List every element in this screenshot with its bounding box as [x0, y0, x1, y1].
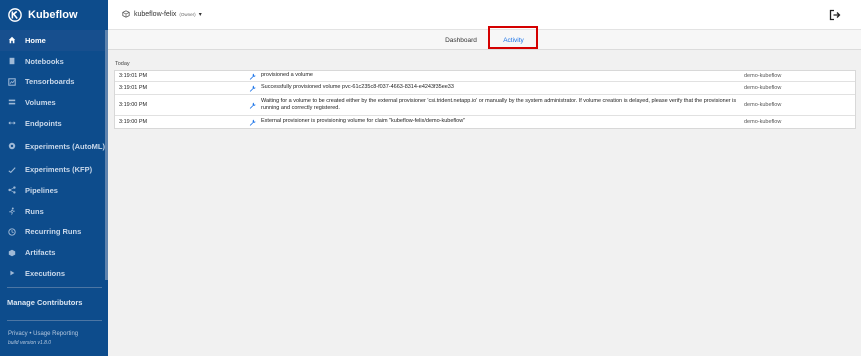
chevron-down-icon: ▾ — [198, 11, 202, 18]
sidebar-item-tensorboards[interactable]: Tensorboards — [0, 71, 108, 92]
namespace-role: (Owner) — [179, 11, 196, 17]
activity-message: External provisioner is provisioning vol… — [261, 118, 466, 125]
sidebar-item-label: Pipelines — [25, 185, 58, 195]
wrench-icon — [245, 119, 259, 126]
sidebar-item-experiments-automl[interactable]: Experiments (AutoML) — [0, 133, 108, 159]
clock-icon — [7, 227, 17, 237]
sidebar-scrollbar[interactable] — [105, 30, 108, 280]
activity-row: 3:19:01 PM Successfully provisioned volu… — [115, 82, 855, 95]
activity-row: 3:19:01 PM provisioned a volume demo-kub… — [115, 71, 855, 82]
sidebar-item-experiments-kfp[interactable]: Experiments (KFP) — [0, 159, 108, 180]
sidebar-item-pipelines[interactable]: Pipelines — [0, 180, 108, 201]
tab-dashboard[interactable]: Dashboard — [438, 30, 484, 50]
tab-bar: Dashboard Activity — [108, 30, 861, 50]
wrench-icon — [245, 73, 259, 80]
logout-icon[interactable] — [829, 9, 841, 21]
sidebar-item-notebooks[interactable]: Notebooks — [0, 51, 108, 72]
share-icon — [7, 185, 17, 195]
sidebar-item-recurring-runs[interactable]: Recurring Runs — [0, 222, 108, 243]
activity-message: provisioned a volume — [261, 72, 313, 79]
activity-namespace: demo-kubeflow — [744, 119, 782, 125]
footer-links: Privacy • Usage Reporting — [8, 331, 78, 337]
activity-panel: Today 3:19:01 PM provisioned a volume de… — [114, 58, 856, 129]
sidebar-item-label: Runs — [25, 206, 44, 216]
manage-contributors-link[interactable]: Manage Contributors — [7, 298, 82, 307]
sidebar-divider — [7, 320, 102, 321]
play-icon — [7, 268, 17, 278]
sidebar-item-label: Endpoints — [25, 118, 62, 128]
activity-row: 3:19:00 PM Waiting for a volume to be cr… — [115, 95, 855, 116]
activity-namespace: demo-kubeflow — [744, 102, 782, 108]
activity-message: Waiting for a volume to be created eithe… — [261, 97, 737, 111]
activity-namespace: demo-kubeflow — [744, 73, 782, 79]
activity-time: 3:19:01 PM — [119, 85, 148, 91]
book-icon — [7, 56, 17, 66]
wrench-icon — [245, 85, 259, 92]
sidebar: Kubeflow Home Notebooks Tensorboards Vol… — [0, 0, 108, 356]
sidebar-item-artifacts[interactable]: Artifacts — [0, 242, 108, 263]
sidebar-item-label: Recurring Runs — [25, 227, 82, 237]
sidebar-item-label: Notebooks — [25, 56, 64, 66]
activity-namespace: demo-kubeflow — [744, 85, 782, 91]
activity-time: 3:19:00 PM — [119, 119, 148, 125]
namespace-icon — [122, 10, 130, 18]
sidebar-item-executions[interactable]: Executions — [0, 263, 108, 284]
sidebar-item-label: Experiments (KFP) — [25, 165, 93, 175]
kubeflow-logo-icon — [8, 8, 22, 22]
storage-icon — [7, 97, 17, 107]
chart-icon — [7, 77, 17, 87]
sidebar-item-home[interactable]: Home — [0, 30, 108, 51]
run-icon — [7, 206, 17, 216]
activity-message: Successfully provisioned volume pvc-61c2… — [261, 84, 454, 91]
arrows-icon — [7, 118, 17, 128]
sidebar-item-runs[interactable]: Runs — [0, 201, 108, 222]
sidebar-item-label: Executions — [25, 268, 66, 278]
sidebar-item-label: Experiments (AutoML) — [25, 141, 106, 151]
automl-icon — [7, 141, 17, 151]
sidebar-item-endpoints[interactable]: Endpoints — [0, 113, 108, 134]
privacy-link[interactable]: Privacy — [8, 331, 28, 337]
sidebar-item-label: Tensorboards — [25, 77, 75, 87]
activity-time: 3:19:00 PM — [119, 102, 148, 108]
check-icon — [7, 165, 17, 175]
activity-time: 3:19:01 PM — [119, 73, 148, 79]
activity-list: 3:19:01 PM provisioned a volume demo-kub… — [114, 70, 856, 129]
date-group-label: Today — [115, 61, 130, 67]
activity-tab-highlight — [488, 26, 538, 49]
sidebar-item-label: Artifacts — [25, 248, 56, 258]
sidebar-nav: Home Notebooks Tensorboards Volumes Endp… — [0, 30, 108, 284]
brand[interactable]: Kubeflow — [0, 0, 108, 30]
sidebar-divider — [7, 287, 102, 288]
sidebar-item-label: Home — [25, 35, 46, 45]
sidebar-item-label: Volumes — [25, 97, 56, 107]
namespace-selector[interactable]: kubeflow-felix (Owner) ▾ — [122, 10, 202, 18]
usage-reporting-link[interactable]: Usage Reporting — [33, 331, 78, 337]
home-icon — [7, 35, 17, 45]
build-version: build version v1.8.0 — [8, 340, 52, 346]
activity-row: 3:19:00 PM External provisioner is provi… — [115, 116, 855, 128]
top-bar: kubeflow-felix (Owner) ▾ — [108, 0, 861, 30]
app-name: Kubeflow — [28, 9, 78, 21]
artifact-icon — [7, 248, 17, 258]
namespace-name: kubeflow-felix — [134, 10, 177, 18]
sidebar-item-volumes[interactable]: Volumes — [0, 92, 108, 113]
wrench-icon — [245, 102, 259, 109]
